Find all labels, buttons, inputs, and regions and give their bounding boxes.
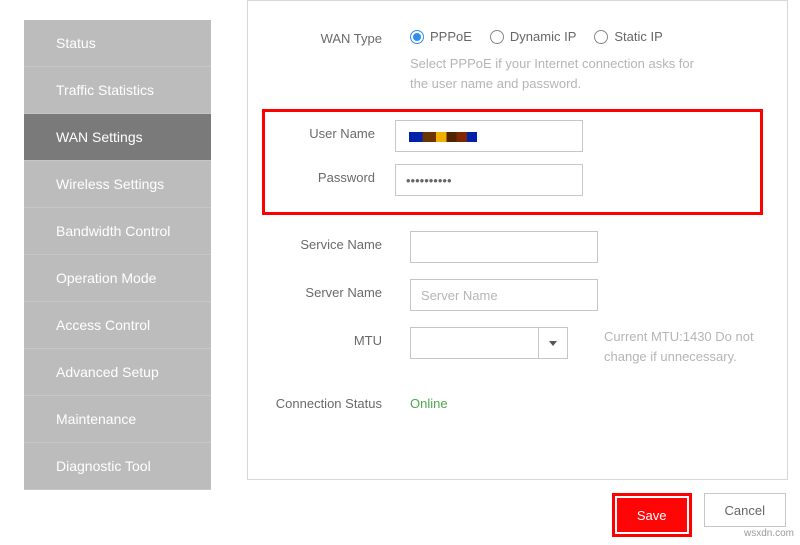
settings-panel: WAN Type PPPoE Dynamic IP St [247,0,788,480]
sidebar-item-traffic-statistics[interactable]: Traffic Statistics [24,67,211,114]
connection-status-label: Connection Status [272,390,410,411]
radio-label: Dynamic IP [510,29,576,44]
sidebar: Status Traffic Statistics WAN Settings W… [0,0,211,545]
save-highlight: Save [612,493,692,537]
credentials-highlight: User Name Password [262,109,763,215]
radio-icon [410,30,424,44]
chevron-down-icon [549,341,557,346]
wan-type-label: WAN Type [272,25,410,93]
connection-status-value: Online [410,390,763,411]
sidebar-item-label: Advanced Setup [56,364,159,380]
radio-icon [594,30,608,44]
password-label: Password [265,164,395,196]
username-label: User Name [265,120,395,152]
mtu-label: MTU [272,327,410,366]
sidebar-item-label: Operation Mode [56,270,156,286]
sidebar-item-access-control[interactable]: Access Control [24,302,211,349]
sidebar-item-label: Status [56,35,96,51]
server-name-input[interactable] [410,279,598,311]
radio-static-ip[interactable]: Static IP [594,29,662,44]
password-input[interactable] [395,164,583,196]
username-input[interactable] [395,120,583,152]
sidebar-item-label: Diagnostic Tool [56,458,151,474]
service-name-label: Service Name [272,231,410,263]
sidebar-item-label: Wireless Settings [56,176,164,192]
censored-username [409,132,477,142]
mtu-note: Current MTU:1430 Do not change if unnece… [604,327,754,366]
cancel-button[interactable]: Cancel [704,493,786,527]
sidebar-item-bandwidth-control[interactable]: Bandwidth Control [24,208,211,255]
wan-type-helper: Select PPPoE if your Internet connection… [410,54,710,93]
sidebar-item-label: WAN Settings [56,129,143,145]
sidebar-item-advanced-setup[interactable]: Advanced Setup [24,349,211,396]
radio-icon [490,30,504,44]
sidebar-item-label: Traffic Statistics [56,82,154,98]
sidebar-item-operation-mode[interactable]: Operation Mode [24,255,211,302]
radio-pppoe[interactable]: PPPoE [410,29,472,44]
save-button[interactable]: Save [617,498,687,532]
radio-dynamic-ip[interactable]: Dynamic IP [490,29,576,44]
sidebar-item-status[interactable]: Status [24,20,211,67]
mtu-input[interactable] [410,327,538,359]
sidebar-item-wan-settings[interactable]: WAN Settings [24,114,211,161]
sidebar-item-maintenance[interactable]: Maintenance [24,396,211,443]
service-name-input[interactable] [410,231,598,263]
sidebar-item-label: Maintenance [56,411,136,427]
sidebar-item-label: Bandwidth Control [56,223,170,239]
mtu-dropdown-button[interactable] [538,327,568,359]
watermark: wsxdn.com [744,528,794,539]
server-name-label: Server Name [272,279,410,311]
sidebar-item-wireless-settings[interactable]: Wireless Settings [24,161,211,208]
sidebar-item-diagnostic-tool[interactable]: Diagnostic Tool [24,443,211,490]
sidebar-item-label: Access Control [56,317,150,333]
radio-label: Static IP [614,29,662,44]
radio-label: PPPoE [430,29,472,44]
